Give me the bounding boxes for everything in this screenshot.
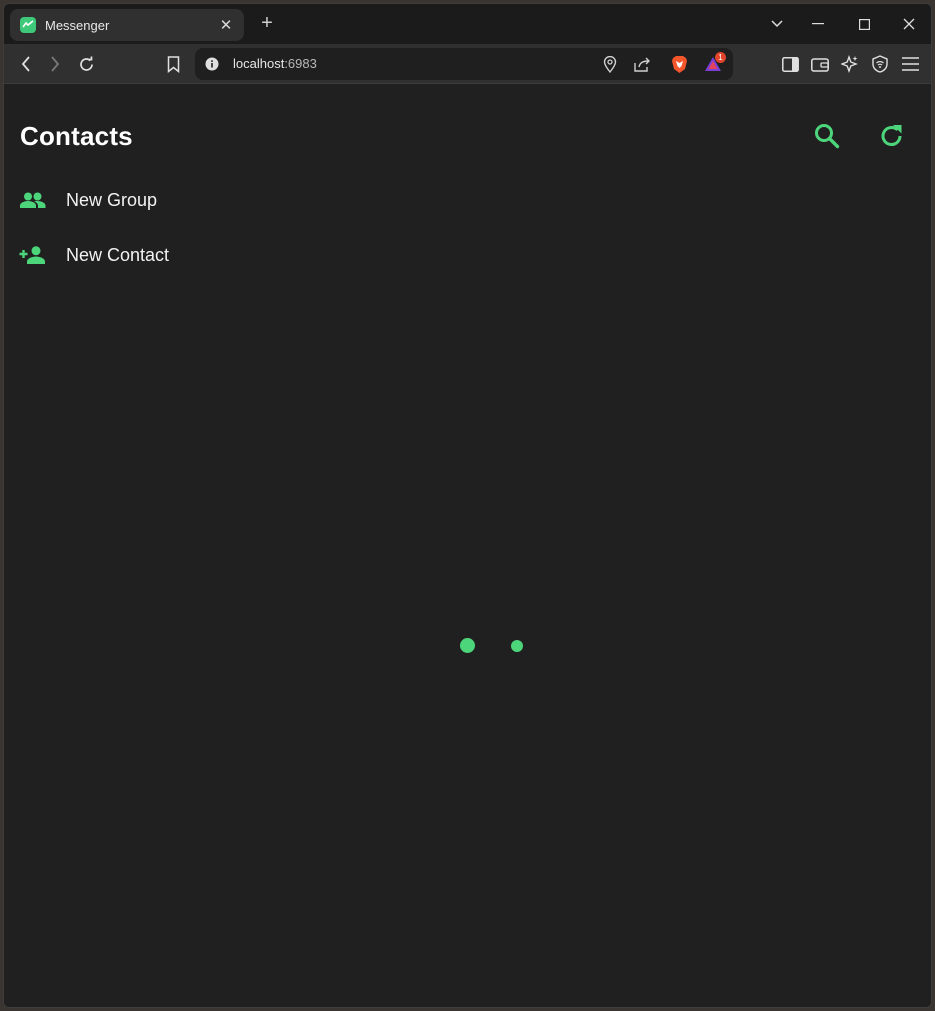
new-contact-label: New Contact [66, 244, 170, 265]
messenger-favicon-icon [20, 17, 36, 33]
forward-icon[interactable] [43, 52, 67, 76]
browser-toolbar: localhost:6983 1 [4, 44, 931, 84]
wallet-icon[interactable] [808, 52, 832, 76]
share-icon[interactable] [632, 54, 652, 74]
address-bar[interactable]: localhost:6983 1 [195, 48, 733, 80]
search-icon[interactable] [812, 121, 842, 151]
tab-messenger[interactable]: Messenger ✕ [10, 9, 244, 41]
new-tab-button[interactable]: + [256, 13, 278, 35]
brave-rewards-icon[interactable]: 1 [703, 52, 726, 74]
leo-ai-icon[interactable] [838, 52, 862, 76]
new-group-item[interactable]: New Group [18, 180, 318, 220]
url-host: localhost [233, 56, 285, 71]
browser-window: Messenger ✕ + localhost:6983 1 Contacts … [3, 3, 932, 1008]
vpn-shield-icon[interactable] [868, 52, 892, 76]
tab-close-icon[interactable]: ✕ [218, 16, 234, 34]
rewards-badge: 1 [715, 52, 726, 63]
brave-shields-icon[interactable] [669, 54, 689, 74]
url-port: :6983 [284, 56, 317, 71]
refresh-icon[interactable] [877, 121, 907, 151]
tab-strip: Messenger ✕ + [4, 4, 931, 44]
group-icon [18, 188, 46, 212]
messenger-page: Contacts New Group New Contact [4, 85, 931, 1007]
minimize-icon[interactable] [806, 12, 830, 36]
loading-dot [511, 640, 523, 652]
tab-search-chevron-icon[interactable] [765, 12, 789, 36]
new-contact-item[interactable]: New Contact [18, 235, 318, 275]
page-title: Contacts [20, 121, 133, 151]
loading-dot [460, 638, 475, 653]
site-info-icon[interactable] [202, 54, 222, 74]
main-menu-icon[interactable] [898, 52, 922, 76]
bookmark-icon[interactable] [161, 52, 185, 76]
add-person-icon [18, 243, 46, 267]
close-window-icon[interactable] [897, 12, 921, 36]
reload-icon[interactable] [74, 52, 98, 76]
url-text: localhost:6983 [233, 56, 317, 71]
back-icon[interactable] [14, 52, 38, 76]
tab-title: Messenger [45, 17, 110, 33]
location-pin-icon[interactable] [600, 54, 620, 74]
sidebar-toggle-icon[interactable] [778, 52, 802, 76]
maximize-icon[interactable] [852, 12, 876, 36]
new-group-label: New Group [66, 189, 158, 210]
